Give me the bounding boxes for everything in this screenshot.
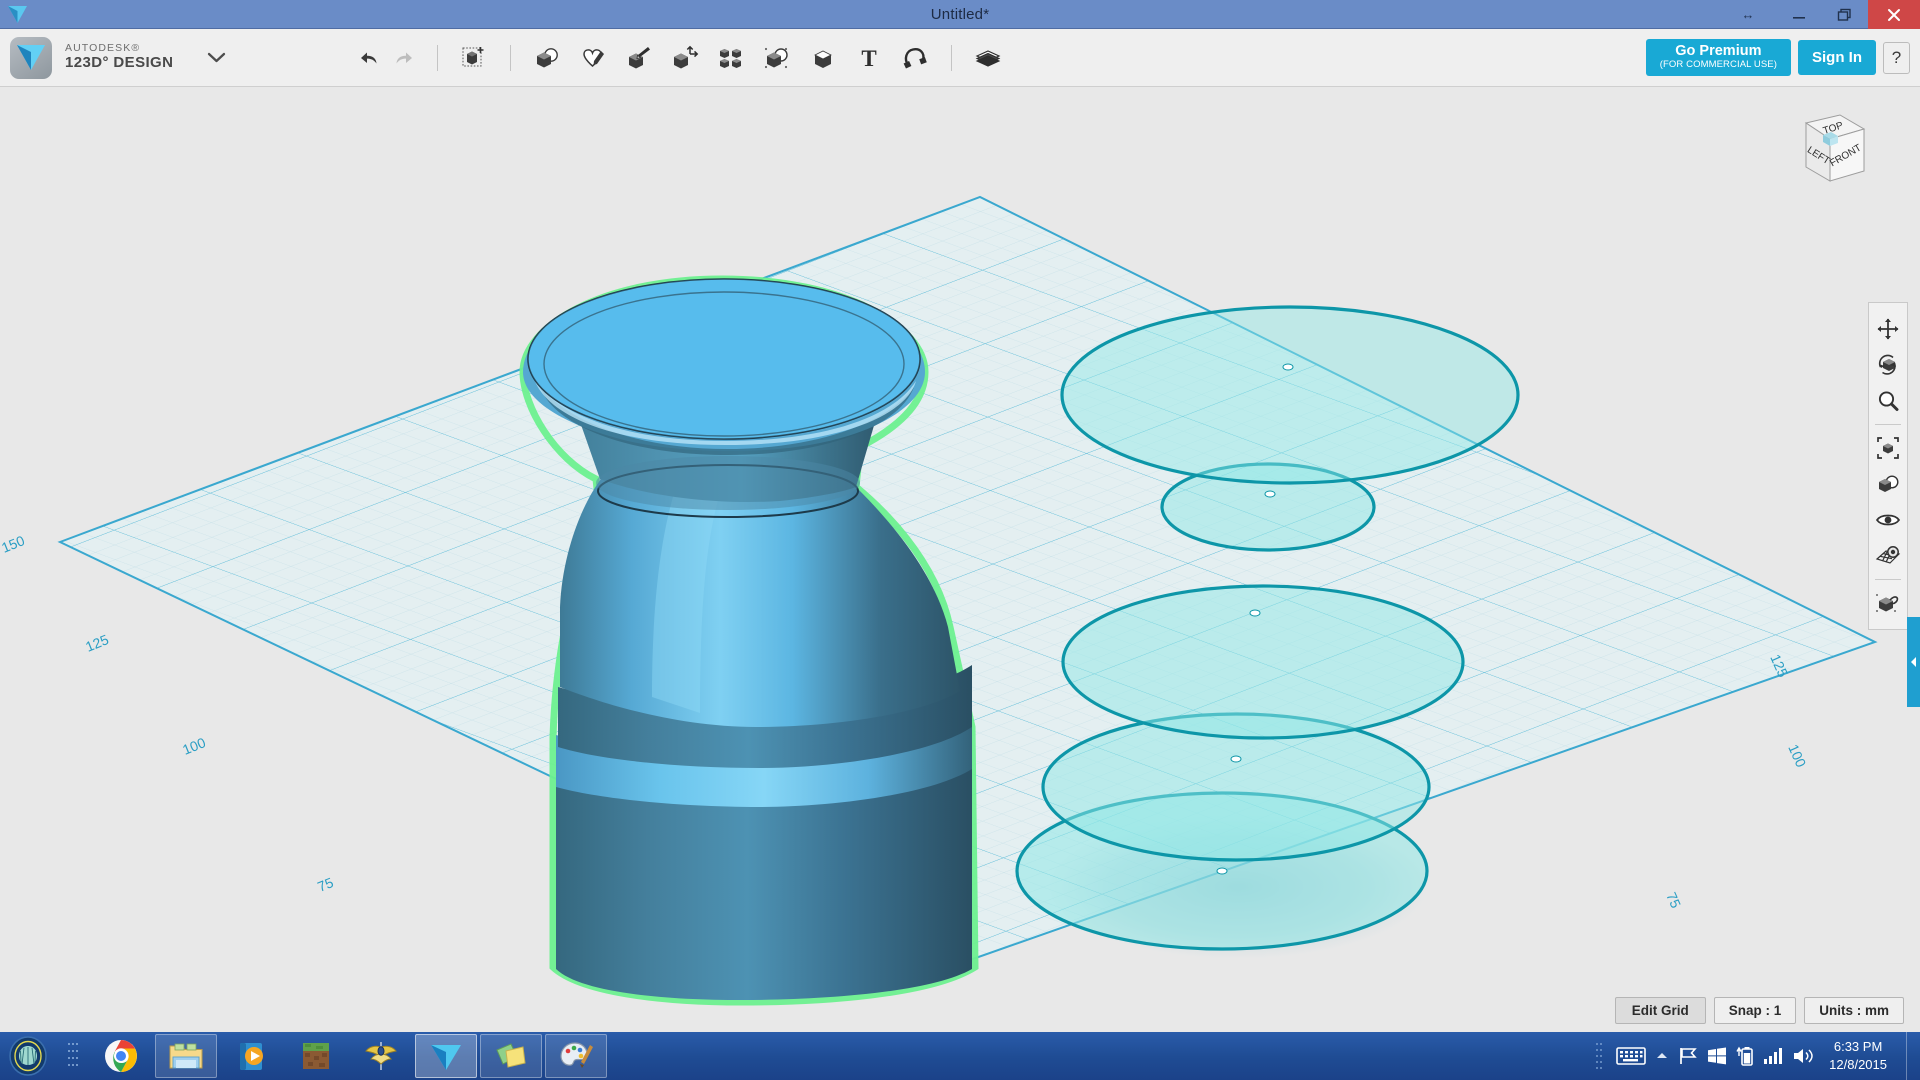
taskbar-app-paint[interactable] xyxy=(545,1034,607,1078)
show-desktop-button[interactable] xyxy=(1906,1032,1914,1080)
taskbar-app-list xyxy=(90,1032,607,1080)
panel-divider xyxy=(1875,424,1901,425)
application-toolbar: AUTODESK® 123D° DESIGN T Go Premium (FOR… xyxy=(0,29,1920,87)
sign-in-button[interactable]: Sign In xyxy=(1798,40,1876,75)
windows-logo-icon[interactable] xyxy=(1707,1046,1727,1066)
account-actions: Go Premium (FOR COMMERCIAL USE) Sign In … xyxy=(1645,38,1910,77)
pattern-button[interactable] xyxy=(708,39,754,77)
speaker-icon[interactable] xyxy=(1792,1046,1814,1066)
keyboard-icon[interactable] xyxy=(1616,1046,1646,1066)
taskbar-app-autodesk-123d-design[interactable] xyxy=(415,1034,477,1078)
system-tray: 6:33 PM 12/8/2015 xyxy=(1595,1032,1920,1080)
view-tools-panel xyxy=(1868,302,1908,630)
go-premium-sublabel: (FOR COMMERCIAL USE) xyxy=(1659,59,1777,71)
smart-scale-icon[interactable] xyxy=(1870,585,1906,621)
clock-date: 12/8/2015 xyxy=(1829,1057,1887,1072)
resize-handle-icon[interactable]: ↔ xyxy=(1720,0,1776,29)
svg-text:T: T xyxy=(862,46,877,71)
taskbar-app-sticky-notes[interactable] xyxy=(480,1034,542,1078)
modify-button[interactable] xyxy=(662,39,708,77)
panel-collapse-toggle[interactable] xyxy=(1907,617,1920,707)
construct-button[interactable] xyxy=(616,39,662,77)
snap-button[interactable] xyxy=(800,39,846,77)
taskbar-app-minecraft[interactable] xyxy=(285,1034,347,1078)
go-premium-label: Go Premium xyxy=(1675,42,1762,59)
snap-value[interactable]: Snap : 1 xyxy=(1713,997,1797,1024)
main-tool-group: T xyxy=(348,39,1011,77)
text-tool-button[interactable]: T xyxy=(846,39,892,77)
battery-charging-icon[interactable] xyxy=(1736,1045,1754,1067)
chevron-up-icon[interactable] xyxy=(1655,1050,1669,1062)
fit-to-window-icon[interactable] xyxy=(1870,430,1906,466)
signal-bars-icon[interactable] xyxy=(1763,1047,1783,1065)
help-button[interactable]: ? xyxy=(1883,41,1910,74)
material-button[interactable] xyxy=(965,39,1011,77)
window-controls: ↔ xyxy=(1720,0,1920,29)
transform-cube-button[interactable] xyxy=(451,39,497,77)
toolbar-divider xyxy=(437,44,439,71)
3d-scene[interactable]: 150 125 100 75 50 125 100 75 50 xyxy=(0,87,1920,1032)
lofted-solid[interactable] xyxy=(519,275,979,1006)
window-title: Untitled* xyxy=(930,5,990,23)
minimize-button[interactable] xyxy=(1776,0,1822,29)
orbit-rotate-icon[interactable] xyxy=(1870,347,1906,383)
redo-button[interactable] xyxy=(386,39,424,77)
toolbar-divider xyxy=(951,44,953,71)
window-titlebar: Untitled* ↔ xyxy=(0,0,1920,29)
flag-icon[interactable] xyxy=(1678,1046,1698,1066)
grid-snap-icon[interactable] xyxy=(1870,538,1906,574)
windows-taskbar: 6:33 PM 12/8/2015 xyxy=(0,1032,1920,1080)
taskbar-app-media-player[interactable] xyxy=(220,1034,282,1078)
taskbar-clock[interactable]: 6:33 PM 12/8/2015 xyxy=(1823,1038,1897,1073)
clock-time: 6:33 PM xyxy=(1833,1039,1883,1055)
display-shaded-icon[interactable] xyxy=(1870,466,1906,502)
start-button[interactable] xyxy=(0,1032,56,1080)
edit-grid-button[interactable]: Edit Grid xyxy=(1614,997,1706,1024)
viewport-canvas[interactable]: 150 125 100 75 50 125 100 75 50 xyxy=(0,87,1920,1032)
taskbar-app-chrome[interactable] xyxy=(90,1034,152,1078)
combine-button[interactable] xyxy=(754,39,800,77)
zoom-magnifier-icon[interactable] xyxy=(1870,383,1906,419)
brand-name: 123D° DESIGN xyxy=(65,53,174,71)
restore-button[interactable] xyxy=(1822,0,1868,29)
measure-magnet-button[interactable] xyxy=(892,39,938,77)
units-value[interactable]: Units : mm xyxy=(1804,997,1904,1024)
tray-grip xyxy=(1595,1041,1607,1071)
viewport-status-bar: Edit Grid Snap : 1 Units : mm xyxy=(1614,997,1904,1024)
sketch-button[interactable] xyxy=(570,39,616,77)
autodesk-123d-logo-icon xyxy=(10,36,52,79)
go-premium-button[interactable]: Go Premium (FOR COMMERCIAL USE) xyxy=(1645,38,1791,77)
close-button[interactable] xyxy=(1868,0,1920,29)
brand-block[interactable]: AUTODESK® 123D° DESIGN xyxy=(0,36,226,79)
taskbar-grip xyxy=(56,1032,90,1080)
view-cube[interactable]: TOP LEFT FRONT xyxy=(1776,105,1872,197)
taskbar-app-game-launcher[interactable] xyxy=(350,1034,412,1078)
chevron-down-icon[interactable] xyxy=(207,48,226,68)
pan-move-icon[interactable] xyxy=(1870,311,1906,347)
primitives-button[interactable] xyxy=(524,39,570,77)
taskbar-app-file-explorer[interactable] xyxy=(155,1034,217,1078)
eye-visibility-icon[interactable] xyxy=(1870,502,1906,538)
toolbar-divider xyxy=(510,44,512,71)
panel-divider xyxy=(1875,579,1901,580)
undo-button[interactable] xyxy=(348,39,386,77)
